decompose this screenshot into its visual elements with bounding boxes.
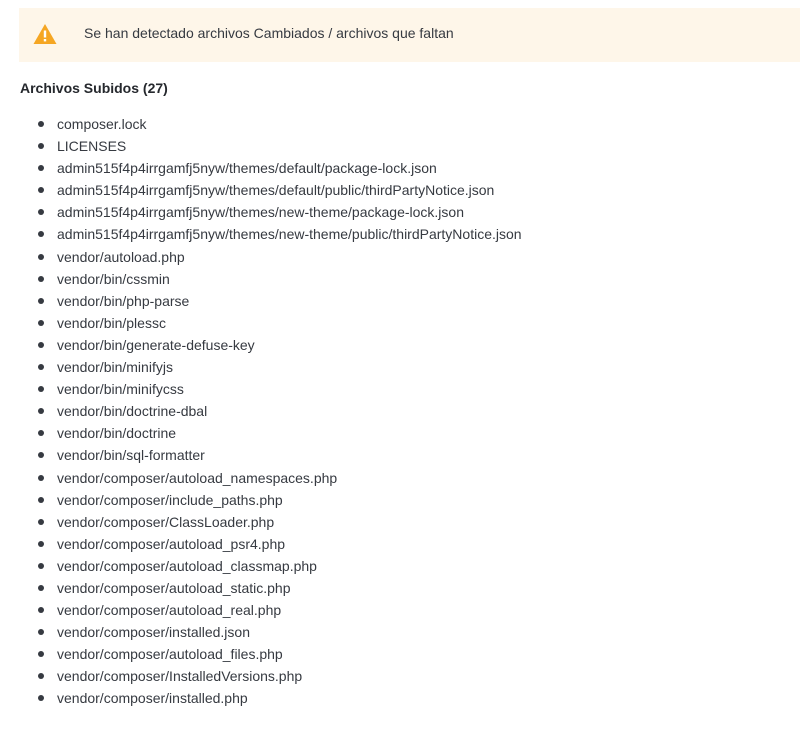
file-list-item: admin515f4p4irrgamfj5nyw/themes/default/… [20,179,522,201]
file-list-item: admin515f4p4irrgamfj5nyw/themes/default/… [20,157,522,179]
file-list-item: vendor/composer/ClassLoader.php [20,511,522,533]
file-list-item: vendor/composer/autoload_real.php [20,599,522,621]
file-list-item: vendor/bin/minifyjs [20,356,522,378]
uploaded-files-list: composer.lock LICENSES admin515f4p4irrgamf… [20,113,522,710]
file-list-item: vendor/bin/php-parse [20,290,522,312]
file-list-item: vendor/composer/autoload_files.php [20,643,522,665]
file-list-item: admin515f4p4irrgamfj5nyw/themes/new-them… [20,223,522,245]
warning-alert: Se han detectado archivos Cambiados / ar… [19,8,800,62]
uploaded-files-title: Archivos Subidos (27) [20,80,168,96]
file-list-item: vendor/bin/minifycss [20,378,522,400]
file-list-item: vendor/bin/generate-defuse-key [20,334,522,356]
file-list-item: vendor/composer/autoload_static.php [20,577,522,599]
file-list-item: vendor/autoload.php [20,246,522,268]
file-list-item: composer.lock [20,113,522,135]
file-list-item: LICENSES [20,135,522,157]
warning-triangle-icon [33,23,57,45]
file-list-item: vendor/composer/installed.json [20,621,522,643]
file-list-item: vendor/bin/doctrine-dbal [20,400,522,422]
file-list-item: vendor/bin/sql-formatter [20,444,522,466]
alert-message: Se han detectado archivos Cambiados / ar… [84,25,454,41]
file-list-item: vendor/composer/InstalledVersions.php [20,665,522,687]
file-list-item: vendor/composer/include_paths.php [20,489,522,511]
file-list-item: vendor/composer/autoload_psr4.php [20,533,522,555]
file-list-item: vendor/composer/installed.php [20,687,522,709]
file-list-item: vendor/bin/doctrine [20,422,522,444]
file-list-item: vendor/composer/autoload_classmap.php [20,555,522,577]
file-list-item: vendor/bin/plessc [20,312,522,334]
file-list-item: vendor/bin/cssmin [20,268,522,290]
file-list-item: admin515f4p4irrgamfj5nyw/themes/new-them… [20,201,522,223]
file-list-item: vendor/composer/autoload_namespaces.php [20,467,522,489]
